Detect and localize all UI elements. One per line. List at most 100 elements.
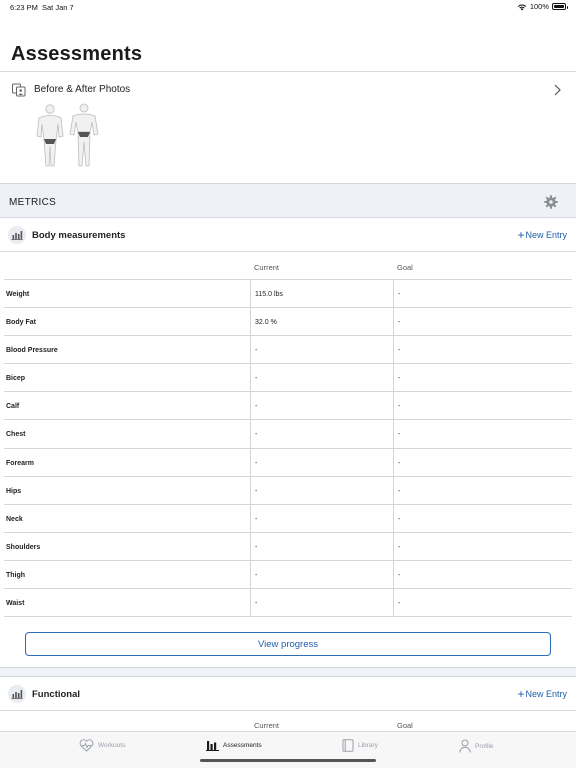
current-value: 32.0 % — [250, 308, 277, 336]
new-entry-label: New Entry — [525, 689, 567, 699]
book-icon — [342, 739, 354, 752]
gear-icon[interactable] — [544, 195, 558, 209]
functional-chart-icon — [8, 685, 26, 703]
body-measurements-table: Current Goal Weight 115.0 lbs - Body Fat 32.… — [4, 252, 572, 618]
before-after-photos-label: Before & After Photos — [34, 84, 131, 95]
goal-value: - — [393, 336, 400, 364]
functional-title: Functional — [32, 689, 81, 700]
table-row[interactable]: Body Fat 32.0 % - — [4, 308, 572, 337]
battery-icon — [552, 3, 568, 10]
current-value: - — [250, 336, 257, 364]
tab-label: Assessments — [223, 741, 262, 749]
tab-bar: Workouts Assessments Library Profile — [0, 731, 576, 768]
before-after-figures-illustration — [36, 103, 99, 167]
wifi-icon — [517, 3, 527, 10]
table-header: Current Goal — [4, 252, 572, 280]
table-body: Weight 115.0 lbs - Body Fat 32.0 % - Blood Pre… — [4, 280, 572, 618]
table-row[interactable]: Waist - - — [4, 589, 572, 618]
metric-name: Chest — [6, 431, 26, 439]
goal-value: - — [393, 532, 400, 560]
current-value: - — [250, 560, 257, 589]
goal-value: - — [393, 476, 400, 504]
tab-library[interactable]: Library — [342, 739, 378, 752]
functional-header: Functional + New Entry — [0, 677, 576, 711]
goal-value: - — [393, 504, 400, 532]
column-goal: Goal — [397, 721, 413, 730]
tab-label: Workouts — [98, 742, 126, 749]
page-title: Assessments — [11, 43, 143, 65]
goal-value: - — [393, 448, 400, 476]
column-goal: Goal — [397, 263, 413, 272]
bar-chart-icon — [206, 741, 219, 751]
table-row[interactable]: Hips - - — [4, 476, 572, 505]
table-row[interactable]: Forearm - - — [4, 448, 572, 477]
column-current: Current — [254, 263, 280, 272]
current-value: - — [250, 420, 257, 448]
table-row[interactable]: Bicep - - — [4, 364, 572, 393]
goal-value: - — [393, 280, 400, 308]
functional-new-entry-button[interactable]: + New Entry — [517, 686, 567, 701]
goal-value: - — [393, 308, 400, 336]
metric-name: Shoulders — [6, 543, 41, 551]
plus-icon: + — [517, 686, 525, 701]
new-entry-label: New Entry — [525, 230, 567, 240]
tab-label: Library — [358, 742, 378, 749]
metric-name: Body Fat — [6, 319, 36, 327]
status-indicators: 100% — [517, 2, 568, 11]
metric-name: Blood Pressure — [6, 347, 58, 355]
metric-name: Calf — [6, 403, 20, 411]
goal-value: - — [393, 589, 400, 617]
photo-compare-icon — [12, 83, 26, 97]
current-value: 115.0 lbs — [250, 280, 283, 308]
table-row[interactable]: Thigh - - — [4, 560, 572, 590]
chevron-right-icon — [554, 84, 561, 96]
body-measurements-new-entry-button[interactable]: + New Entry — [517, 227, 567, 242]
heart-pulse-icon — [79, 739, 94, 752]
table-row[interactable]: Blood Pressure - - — [4, 336, 572, 365]
current-value: - — [250, 589, 257, 617]
current-value: - — [250, 504, 257, 532]
view-progress-button[interactable]: View progress — [25, 632, 551, 656]
metric-name: Bicep — [6, 375, 26, 383]
battery-level — [554, 5, 564, 8]
metrics-header: METRICS — [0, 183, 576, 218]
metric-name: Forearm — [6, 459, 35, 467]
tab-workouts[interactable]: Workouts — [79, 739, 125, 752]
current-value: - — [250, 364, 257, 392]
metric-name: Hips — [6, 487, 22, 495]
person-icon — [459, 739, 471, 753]
battery-percent: 100% — [529, 2, 549, 11]
before-after-photos-row[interactable]: Before & After Photos — [0, 71, 576, 183]
metric-name: Thigh — [6, 571, 26, 579]
body-measurements-chart-icon — [8, 226, 26, 244]
status-bar: 6:23 PM Sat Jan 7 100% — [0, 0, 576, 14]
goal-value: - — [393, 392, 400, 420]
current-value: - — [250, 448, 257, 476]
table-row[interactable]: Neck - - — [4, 504, 572, 533]
status-date: Sat Jan 7 — [42, 3, 74, 12]
tab-label: Profile — [475, 742, 494, 750]
status-time: 6:23 PM — [10, 3, 38, 12]
tab-profile[interactable]: Profile — [459, 739, 493, 753]
column-current: Current — [254, 721, 280, 730]
table-row[interactable]: Weight 115.0 lbs - — [4, 280, 572, 309]
body-measurements-header: Body measurements + New Entry — [0, 218, 576, 252]
table-row[interactable]: Calf - - — [4, 392, 572, 421]
table-row[interactable]: Chest - - — [4, 420, 572, 449]
section-separator — [0, 667, 576, 677]
current-value: - — [250, 532, 257, 560]
home-indicator — [200, 759, 376, 762]
tab-assessments[interactable]: Assessments — [206, 739, 262, 751]
functional-table-header: Current Goal — [4, 713, 572, 733]
metrics-label: METRICS — [9, 197, 57, 208]
body-measurements-title: Body measurements — [32, 230, 126, 241]
metric-name: Neck — [6, 515, 23, 523]
current-value: - — [250, 476, 257, 504]
metric-name: Waist — [6, 600, 25, 608]
goal-value: - — [393, 420, 400, 448]
metric-name: Weight — [6, 291, 30, 298]
plus-icon: + — [517, 227, 525, 242]
current-value: - — [250, 392, 257, 420]
table-row[interactable]: Shoulders - - — [4, 532, 572, 561]
goal-value: - — [393, 560, 400, 589]
